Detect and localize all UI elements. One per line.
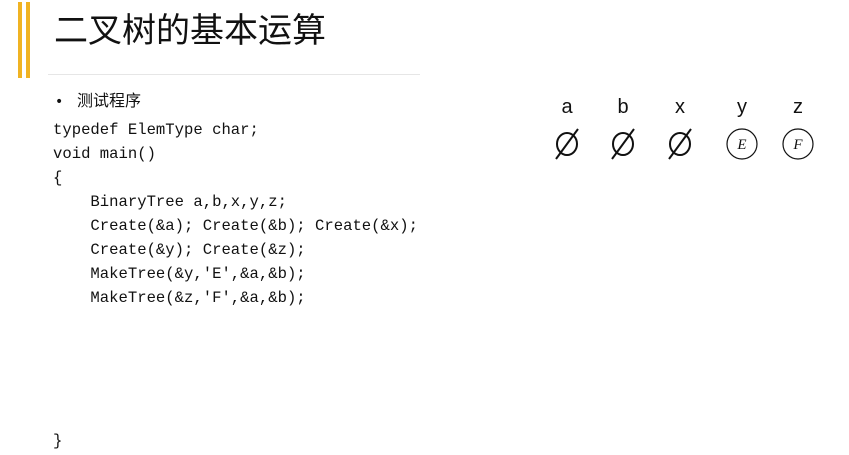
code-block: typedef ElemType char; void main() { Bin… [53,118,418,310]
slide-title: 二叉树的基本运算 [54,11,326,51]
title-accent-bar [18,2,22,78]
code-line: MakeTree(&z,'F',&a,&b); [53,289,306,307]
tree-node-icon: F [782,128,814,160]
tree-node-icon: E [726,128,758,160]
title-accent-bar-inner [26,2,30,78]
empty-set-icon [611,128,635,160]
node-label: F [792,137,803,153]
code-line: BinaryTree a,b,x,y,z; [53,193,287,211]
variable-label: y [737,96,747,118]
code-line: typedef ElemType char; [53,121,259,139]
variable-label: x [675,96,685,118]
bullet-item: • 测试程序 [55,90,141,113]
variable-label: b [617,96,629,118]
bullet-marker: • [55,94,64,110]
code-line: MakeTree(&y,'E',&a,&b); [53,265,306,283]
empty-set-icon [668,128,692,160]
code-line: Create(&a); Create(&b); Create(&x); [53,217,418,235]
variable-label: a [561,96,573,118]
node-label: E [736,137,746,153]
code-closing-brace: } [53,432,63,450]
variable-label: z [793,96,803,118]
bullet-text: 测试程序 [77,91,142,110]
empty-set-icon [555,128,579,160]
code-line: Create(&y); Create(&z); [53,241,306,259]
code-line: { [53,169,63,187]
title-divider [48,74,420,75]
code-line: void main() [53,145,156,163]
